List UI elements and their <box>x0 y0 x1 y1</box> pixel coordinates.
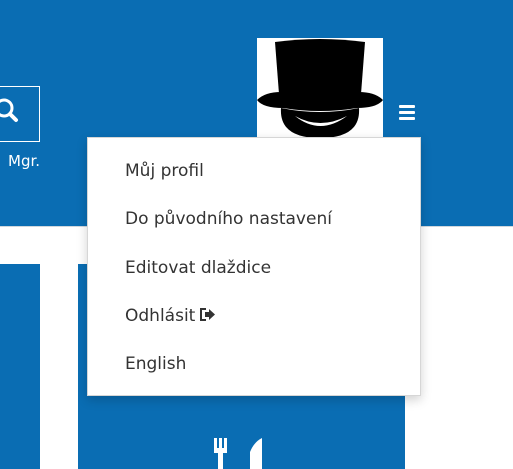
user-title: Mgr. <box>8 152 41 170</box>
menu-item-english[interactable]: English <box>125 349 186 379</box>
search-icon <box>0 97 30 127</box>
menu-item-label: Do původního nastavení <box>125 209 332 229</box>
menu-item-edit-tiles[interactable]: Editovat dlaždice <box>125 253 271 283</box>
menu-item-label: Odhlásit <box>125 306 196 326</box>
search-button[interactable] <box>0 86 40 142</box>
hamburger-menu-icon[interactable] <box>397 104 419 122</box>
sign-out-icon <box>200 307 216 321</box>
menu-item-label: Můj profil <box>125 161 204 181</box>
cutlery-icon <box>210 432 270 469</box>
tile[interactable] <box>0 264 40 469</box>
menu-item-reset-settings[interactable]: Do původního nastavení <box>125 204 332 234</box>
menu-item-label: English <box>125 354 187 374</box>
user-dropdown-menu: Můj profil Do původního nastavení Editov… <box>87 137 421 396</box>
menu-item-my-profile[interactable]: Můj profil <box>125 156 204 186</box>
avatar[interactable] <box>257 38 383 138</box>
menu-item-logout[interactable]: Odhlásit <box>125 301 216 331</box>
menu-item-label: Editovat dlaždice <box>125 258 272 278</box>
